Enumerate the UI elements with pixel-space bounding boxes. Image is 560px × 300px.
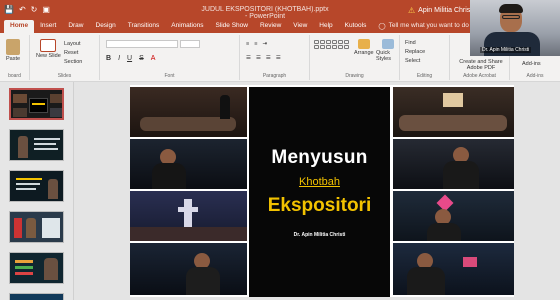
tab-animations[interactable]: Animations <box>165 20 209 33</box>
photo-speaker-2 <box>130 243 247 295</box>
slide-thumbnail-6[interactable] <box>9 293 64 300</box>
paragraph-label: Paragraph <box>262 73 287 79</box>
replace-button[interactable]: Replace <box>405 49 425 55</box>
webcam-overlay: Dr. Apin Militia Christi <box>470 0 560 56</box>
tab-design[interactable]: Design <box>90 20 122 33</box>
section-button[interactable]: Section <box>64 59 82 65</box>
quick-access-toolbar: 💾 ↶ ↻ ▣ <box>4 5 50 14</box>
font-color-icon[interactable]: A <box>151 55 156 62</box>
present-icon[interactable]: ▣ <box>42 5 50 14</box>
tab-home[interactable]: Home <box>4 20 35 33</box>
slide-thumbnails-panel[interactable] <box>0 82 74 300</box>
tab-transitions[interactable]: Transitions <box>122 20 166 33</box>
font-label: Font <box>164 73 175 79</box>
redo-icon[interactable]: ↻ <box>31 5 38 14</box>
justify-icon[interactable]: ☰ <box>276 55 281 61</box>
glasses-icon <box>502 15 520 19</box>
photo-congregation <box>393 87 514 137</box>
font-name-select[interactable] <box>106 40 178 48</box>
editing-group: Find Replace Select Editing <box>400 35 450 80</box>
title-panel: Menyusun Khotbah Ekspositori Dr. Apin Mi… <box>249 87 390 297</box>
addins-button[interactable]: Add-ins <box>522 61 541 67</box>
find-button[interactable]: Find <box>405 40 416 46</box>
photo-speaker-5 <box>393 243 514 295</box>
font-size-select[interactable] <box>180 40 200 48</box>
slide-thumbnail-2[interactable] <box>9 129 64 161</box>
numbering-icon[interactable]: ≡ <box>254 41 257 47</box>
user-name: Apin Militia Christi <box>418 7 474 14</box>
quick-styles-icon <box>381 39 394 49</box>
arrange-button[interactable]: Arrange <box>354 39 374 56</box>
italic-button[interactable]: I <box>118 55 120 62</box>
tell-me-box[interactable]: ◯ Tell me what you want to do <box>372 20 475 33</box>
slide-thumbnail-5[interactable] <box>9 252 64 284</box>
photo-stage <box>130 191 247 241</box>
quick-styles-button[interactable]: Quick Styles <box>376 39 399 62</box>
align-left-icon[interactable]: ☰ <box>246 55 251 61</box>
slide-author[interactable]: Dr. Apin Militia Christi <box>249 232 390 238</box>
new-slide-icon <box>40 39 57 52</box>
font-group: B I U S A Font <box>100 35 240 80</box>
reset-button[interactable]: Reset <box>64 50 78 56</box>
account-area[interactable]: ⚠ Apin Militia Christi <box>408 6 474 15</box>
align-center-icon[interactable]: ☰ <box>256 55 261 61</box>
slide-thumbnail-3[interactable] <box>9 170 64 202</box>
arrange-icon <box>357 39 370 49</box>
photo-speaker-3 <box>393 139 514 189</box>
undo-icon[interactable]: ↶ <box>19 5 26 14</box>
drawing-label: Drawing <box>345 73 364 79</box>
tab-kutools[interactable]: Kutools <box>339 20 373 33</box>
warning-icon: ⚠ <box>408 6 416 15</box>
slide-editing-canvas[interactable]: Menyusun Khotbah Ekspositori Dr. Apin Mi… <box>74 82 560 300</box>
strike-button[interactable]: S <box>139 55 144 62</box>
drawing-group: Arrange Quick Styles Drawing <box>310 35 400 80</box>
document-title: JUDUL EKSPOSITORI (KHOTBAH).pptx - Power… <box>201 6 329 20</box>
tab-slide-show[interactable]: Slide Show <box>209 20 254 33</box>
bullets-icon[interactable]: ≡ <box>246 41 249 47</box>
indent-icon[interactable]: ⇥ <box>262 41 267 47</box>
paste-icon <box>6 39 21 55</box>
paste-button[interactable]: Paste <box>6 39 20 62</box>
slide-thumbnail-1[interactable] <box>9 88 64 120</box>
powerpoint-window: 💾 ↶ ↻ ▣ JUDUL EKSPOSITORI (KHOTBAH).pptx… <box>0 0 560 300</box>
save-icon[interactable]: 💾 <box>4 5 14 14</box>
presenter-name-tag: Dr. Apin Militia Christi <box>480 47 532 53</box>
underline-button[interactable]: U <box>127 55 132 62</box>
slide-thumbnail-4[interactable] <box>9 211 64 243</box>
create-share-pdf-button[interactable]: Create and Share Adobe PDF <box>456 59 506 71</box>
photo-audience <box>130 87 247 137</box>
tab-help[interactable]: Help <box>313 20 338 33</box>
editing-label: Editing <box>416 73 433 79</box>
slide-title-line-2[interactable]: Khotbah <box>249 176 390 188</box>
tab-insert[interactable]: Insert <box>34 20 62 33</box>
paragraph-group: ≡ ≡ ⇥ ☰ ☰ ☰ ☰ Paragraph <box>240 35 310 80</box>
select-button[interactable]: Select <box>405 58 420 64</box>
slides-label: Slides <box>57 73 72 79</box>
slide-title-line-1[interactable]: Menyusun <box>249 147 390 169</box>
tell-me-text: Tell me what you want to do <box>388 22 469 29</box>
bold-button[interactable]: B <box>106 55 111 62</box>
tab-view[interactable]: View <box>287 20 313 33</box>
align-right-icon[interactable]: ☰ <box>266 55 271 61</box>
photo-speaker-1 <box>130 139 247 189</box>
tab-review[interactable]: Review <box>254 20 287 33</box>
tab-draw[interactable]: Draw <box>62 20 89 33</box>
adobe-label: Adobe Acrobat <box>463 73 496 79</box>
new-slide-button[interactable]: New Slide <box>36 39 61 59</box>
slides-group: New Slide Layout Reset Section Slides <box>30 35 100 80</box>
clipboard-group: Paste board <box>0 35 30 80</box>
lightbulb-icon: ◯ <box>378 23 386 30</box>
slide-title-line-3[interactable]: Ekspositori <box>249 195 390 217</box>
photo-speaker-4 <box>393 191 514 241</box>
current-slide[interactable]: Menyusun Khotbah Ekspositori Dr. Apin Mi… <box>130 85 514 297</box>
layout-button[interactable]: Layout <box>64 41 81 47</box>
addins-label: Add-ins <box>526 73 544 79</box>
clipboard-label: board <box>8 73 21 79</box>
shapes-gallery[interactable] <box>314 40 349 49</box>
